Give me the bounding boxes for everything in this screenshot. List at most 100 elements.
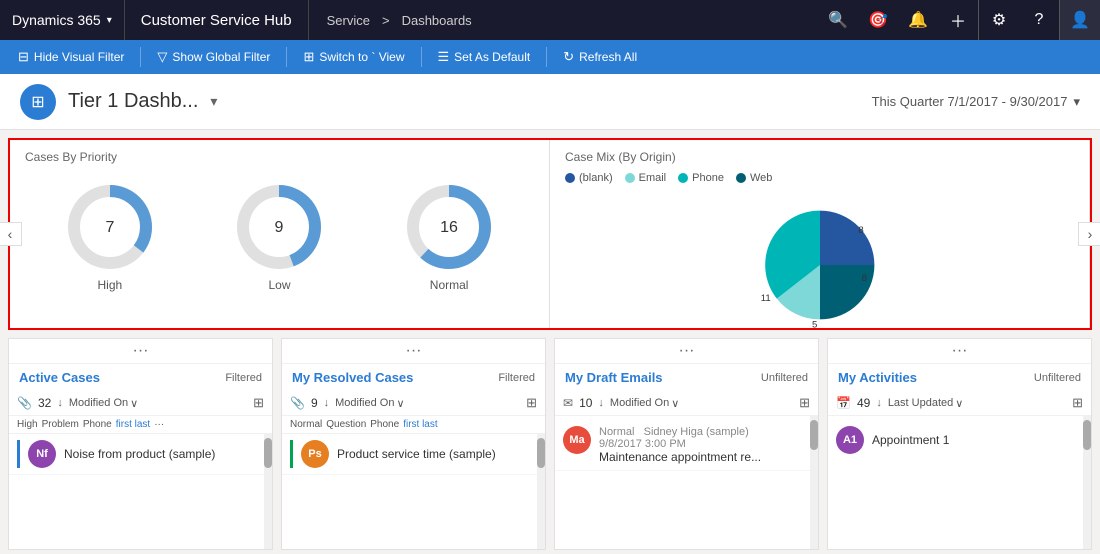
top-navigation: Dynamics 365 ▾ Customer Service Hub Serv… <box>0 0 1100 40</box>
tag-more[interactable]: ··· <box>154 419 164 430</box>
refresh-icon: ↻ <box>563 49 574 65</box>
active-cases-toolbar: 📎 32 ↓ Modified On ∨ ⊞ <box>9 391 272 416</box>
active-cases-header: Active Cases Filtered <box>9 364 272 391</box>
page-header: ⊞ Tier 1 Dashb... ▾ This Quarter 7/1/201… <box>0 74 1100 130</box>
switch-to-tile-view-button[interactable]: ⊞ Switch to ` View <box>293 44 414 70</box>
dashboard-icon: ⊞ <box>20 84 56 120</box>
sort-chevron-icon-4: ∨ <box>955 397 963 410</box>
svg-text:7: 7 <box>105 219 114 236</box>
target-icon[interactable]: 🎯 <box>858 0 898 40</box>
svg-text:11: 11 <box>760 293 770 304</box>
toolbar-divider-3 <box>421 47 422 67</box>
active-cases-card: ··· Active Cases Filtered 📎 32 ↓ Modifie… <box>8 338 273 550</box>
help-icon[interactable]: ? <box>1019 0 1059 40</box>
hide-visual-filter-button[interactable]: ⊟ Hide Visual Filter <box>8 44 134 70</box>
dynamics365-label: Dynamics 365 <box>12 12 101 28</box>
my-activities-card: ··· My Activities Unfiltered 📅 49 ↓ Last… <box>827 338 1092 550</box>
charts-next-button[interactable]: › <box>1078 222 1100 246</box>
user-icon[interactable]: 👤 <box>1060 0 1100 40</box>
scrollbar[interactable] <box>264 434 272 549</box>
pie-legend: (blank) Email Phone Web <box>565 172 1074 184</box>
active-cases-sort[interactable]: Modified On ∨ <box>69 397 138 410</box>
tag-firstlast-2[interactable]: first last <box>403 419 437 430</box>
grid-view-icon-3[interactable]: ⊞ <box>799 395 810 411</box>
settings-icon[interactable]: ⚙ <box>979 0 1019 40</box>
sort-down-icon-4[interactable]: ↓ <box>876 397 882 409</box>
page-title: Tier 1 Dashb... <box>68 90 198 113</box>
avatar: Nf <box>28 440 56 468</box>
resolved-cases-count: 9 <box>311 396 318 410</box>
scrollbar-2[interactable] <box>537 434 545 549</box>
list-item[interactable]: Ps Product service time (sample) <box>282 434 545 475</box>
breadcrumb-service[interactable]: Service <box>327 13 370 28</box>
legend-blank-dot <box>565 173 575 183</box>
sort-down-icon[interactable]: ↓ <box>57 397 63 409</box>
draft-emails-header: My Draft Emails Unfiltered <box>555 364 818 391</box>
charts-prev-button[interactable]: ‹ <box>0 222 22 246</box>
pie-area: (blank) Email Phone Web <box>565 172 1074 340</box>
activities-sort[interactable]: Last Updated ∨ <box>888 397 964 410</box>
grid-view-icon-2[interactable]: ⊞ <box>526 395 537 411</box>
sort-down-icon-3[interactable]: ↓ <box>598 397 604 409</box>
date-range-chevron-icon[interactable]: ▾ <box>1073 94 1080 110</box>
calendar-icon: 📅 <box>836 396 851 410</box>
priority-accent <box>17 440 20 468</box>
activities-filter: Unfiltered <box>1034 372 1081 384</box>
notification-icon[interactable]: 🔔 <box>898 0 938 40</box>
activity-title: Appointment 1 <box>872 433 1083 447</box>
active-cases-more-button[interactable]: ··· <box>9 339 272 364</box>
draft-emails-body: Ma Normal Sidney Higa (sample)9/8/2017 3… <box>555 416 818 549</box>
scrollbar-3[interactable] <box>810 416 818 549</box>
set-as-default-button[interactable]: ☰ Set As Default <box>428 44 541 70</box>
activities-more-button[interactable]: ··· <box>828 339 1091 364</box>
activities-header: My Activities Unfiltered <box>828 364 1091 391</box>
svg-text:9: 9 <box>275 219 284 236</box>
add-icon[interactable]: ＋ <box>938 0 978 40</box>
page-title-chevron-icon[interactable]: ▾ <box>210 93 217 110</box>
draft-emails-sort[interactable]: Modified On ∨ <box>610 397 679 410</box>
tag-problem: Problem <box>42 419 79 430</box>
activities-title: My Activities <box>838 370 917 385</box>
grid-view-icon-4[interactable]: ⊞ <box>1072 395 1083 411</box>
tag-firstlast[interactable]: first last <box>116 419 150 430</box>
active-cases-body: Nf Noise from product (sample) <box>9 434 272 549</box>
draft-emails-more-button[interactable]: ··· <box>555 339 818 364</box>
sort-down-icon-2[interactable]: ↓ <box>324 397 330 409</box>
resolved-cases-title: My Resolved Cases <box>292 370 413 385</box>
activities-body: A1 Appointment 1 <box>828 416 1091 549</box>
avatar: Ps <box>301 440 329 468</box>
resolved-cases-sort[interactable]: Modified On ∨ <box>335 397 404 410</box>
tag-question: Question <box>326 419 366 430</box>
search-icon[interactable]: 🔍 <box>818 0 858 40</box>
grid-view-icon[interactable]: ⊞ <box>253 395 264 411</box>
active-cases-tags: High Problem Phone first last ··· <box>9 416 272 434</box>
pie-container: 8 8 5 11 <box>565 190 1074 340</box>
activities-count: 49 <box>857 396 870 410</box>
scrollbar-4[interactable] <box>1083 416 1091 549</box>
tile-icon: ⊞ <box>303 49 314 65</box>
charts-row: ‹ Cases By Priority 7 High <box>8 138 1092 330</box>
list-item[interactable]: Ma Normal Sidney Higa (sample)9/8/2017 3… <box>555 420 818 471</box>
legend-email-dot <box>625 173 635 183</box>
date-range-label: This Quarter 7/1/2017 - 9/30/2017 <box>872 94 1068 109</box>
activities-toolbar: 📅 49 ↓ Last Updated ∨ ⊞ <box>828 391 1091 416</box>
paperclip-icon-2: 📎 <box>290 396 305 410</box>
paperclip-icon: 📎 <box>17 396 32 410</box>
list-item[interactable]: Nf Noise from product (sample) <box>9 434 272 475</box>
resolved-cases-tags: Normal Question Phone first last <box>282 416 545 434</box>
sort-chevron-icon: ∨ <box>130 397 138 410</box>
dynamics365-nav[interactable]: Dynamics 365 ▾ <box>0 0 125 40</box>
legend-blank: (blank) <box>565 172 613 184</box>
avatar: Ma <box>563 426 591 454</box>
active-cases-count: 32 <box>38 396 51 410</box>
breadcrumb-dashboards[interactable]: Dashboards <box>402 13 472 28</box>
list-item[interactable]: A1 Appointment 1 <box>828 420 1091 460</box>
refresh-all-button[interactable]: ↻ Refresh All <box>553 44 647 70</box>
show-global-filter-button[interactable]: ▽ Show Global Filter <box>147 44 280 70</box>
resolved-cases-more-button[interactable]: ··· <box>282 339 545 364</box>
toolbar-divider-4 <box>546 47 547 67</box>
sort-chevron-icon-2: ∨ <box>396 397 404 410</box>
page-title-area: ⊞ Tier 1 Dashb... ▾ <box>20 84 217 120</box>
date-range: This Quarter 7/1/2017 - 9/30/2017 ▾ <box>872 94 1080 110</box>
breadcrumb: Service > Dashboards <box>309 0 818 40</box>
